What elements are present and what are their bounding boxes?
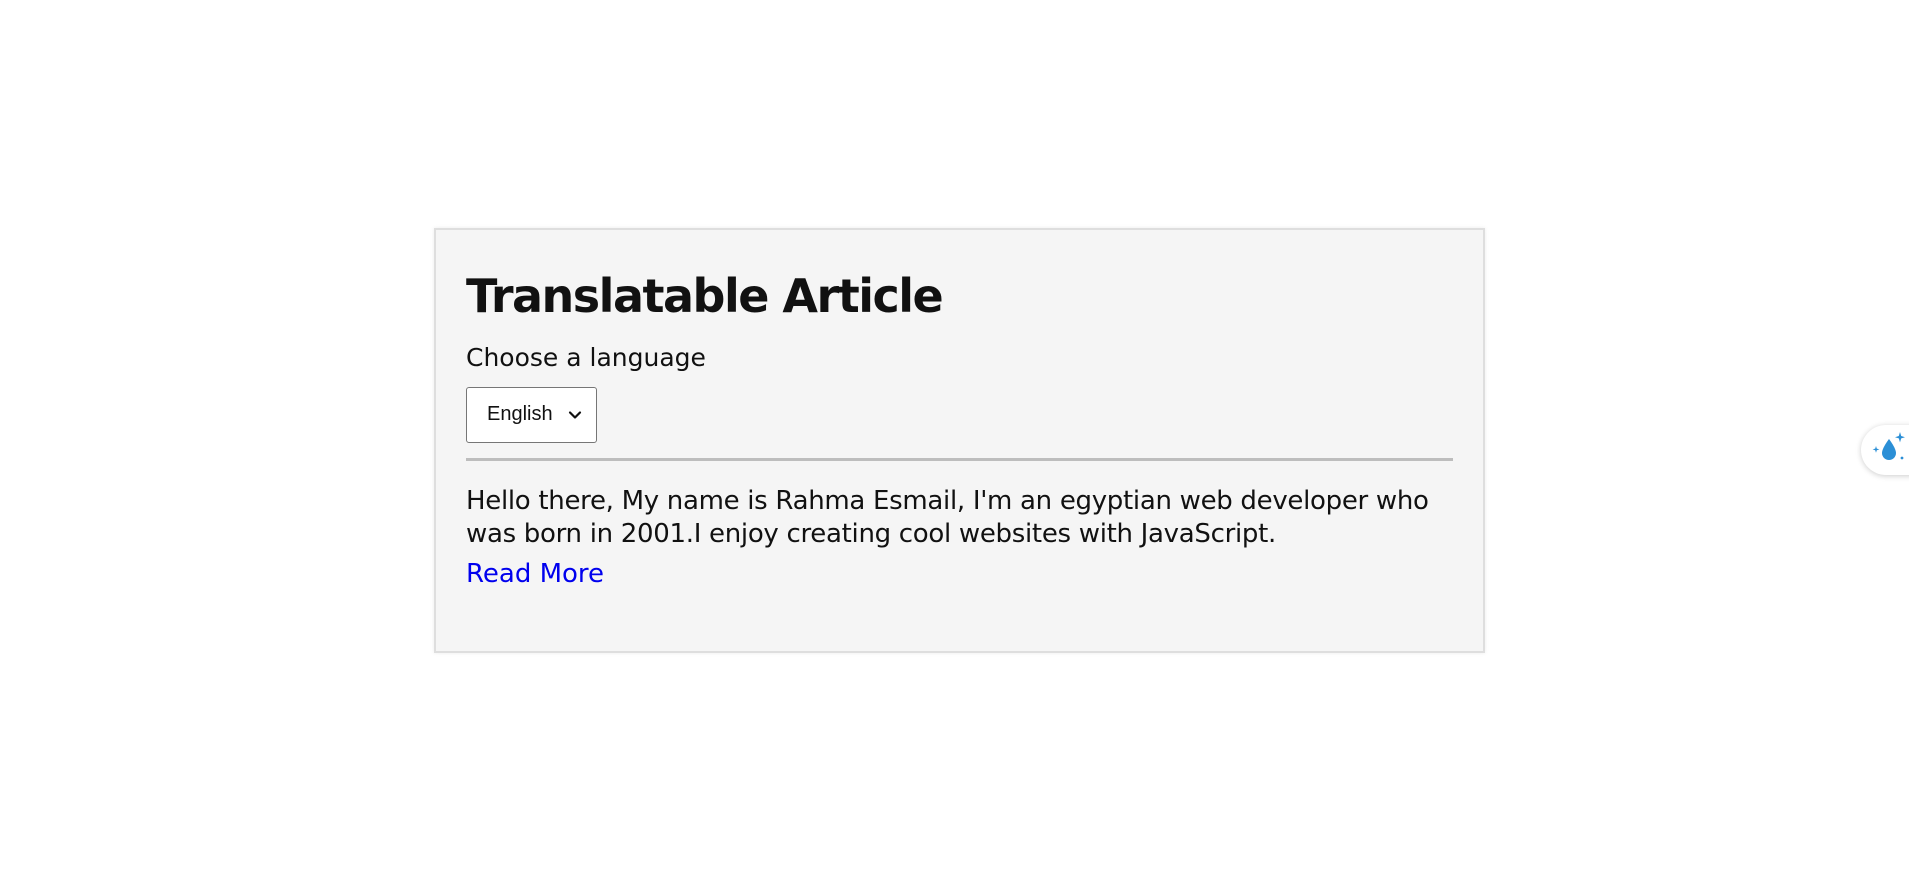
divider: [466, 457, 1453, 461]
sparkle-droplet-icon: [1869, 428, 1909, 472]
extension-floating-button[interactable]: [1861, 425, 1909, 475]
language-label: Choose a language: [466, 342, 706, 372]
language-select[interactable]: English: [466, 386, 597, 443]
article-card: Translatable Article Choose a language E…: [434, 228, 1485, 653]
page-title: Translatable Article: [466, 269, 944, 323]
read-more-link[interactable]: Read More: [466, 559, 604, 589]
chevron-down-icon: [567, 407, 583, 423]
article-paragraph: Hello there, My name is Rahma Esmail, I'…: [466, 485, 1429, 549]
language-select-value: English: [487, 403, 553, 426]
